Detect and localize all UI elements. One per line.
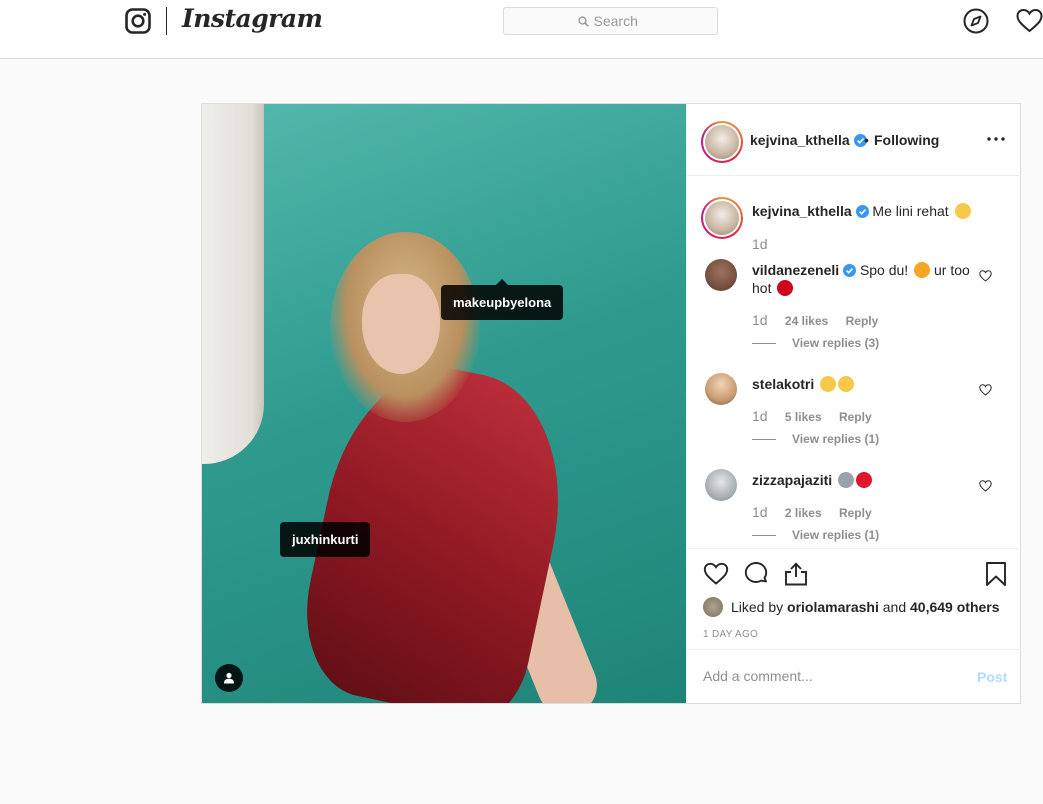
likes-summary: Liked by oriolamarashi and 40,649 others bbox=[703, 597, 1000, 617]
rolling-eyes-emoji-icon bbox=[954, 203, 971, 219]
tag-pointer bbox=[496, 279, 509, 285]
reply-button[interactable]: Reply bbox=[846, 314, 879, 328]
grinning-emoji-icon bbox=[820, 376, 837, 392]
person-icon bbox=[224, 672, 234, 684]
angry-face-emoji-icon bbox=[777, 280, 794, 296]
like-comment-heart-icon[interactable] bbox=[979, 384, 992, 396]
commenter-avatar[interactable] bbox=[705, 259, 737, 291]
grinning-emoji-icon bbox=[838, 376, 855, 392]
following-button[interactable]: Following bbox=[874, 132, 939, 148]
caption-meta: 1d bbox=[752, 236, 768, 252]
photo-face bbox=[362, 274, 440, 374]
logo-divider bbox=[166, 7, 167, 35]
post-actions: Liked by oriolamarashi and 40,649 others… bbox=[687, 548, 1021, 698]
comment-meta: 1d 2 likes Reply bbox=[752, 504, 872, 520]
post-comment-button[interactable]: Post bbox=[977, 669, 1007, 685]
verified-badge-icon bbox=[855, 205, 869, 218]
caption-username[interactable]: kejvina_kthella bbox=[752, 203, 852, 219]
activity-heart-icon[interactable] bbox=[1016, 8, 1043, 34]
caption-text: kejvina_kthella Me lini rehat bbox=[752, 202, 972, 220]
commenter-avatar[interactable] bbox=[705, 469, 737, 501]
liker-username[interactable]: oriolamarashi bbox=[787, 599, 879, 615]
search-icon bbox=[577, 15, 589, 27]
search-input[interactable] bbox=[593, 13, 644, 29]
like-comment-heart-icon[interactable] bbox=[979, 480, 992, 492]
top-navigation-bar: Instagram bbox=[0, 0, 1043, 59]
verified-badge-icon bbox=[843, 264, 857, 277]
tongue-out-emoji-icon bbox=[914, 262, 931, 278]
explore-compass-icon[interactable] bbox=[963, 8, 989, 34]
liker-avatar[interactable] bbox=[703, 597, 723, 617]
comment-likes[interactable]: 5 likes bbox=[785, 410, 822, 424]
post-timestamp[interactable]: 1 DAY AGO bbox=[703, 629, 758, 640]
red-heart-emoji-icon bbox=[856, 472, 873, 488]
save-bookmark-icon[interactable] bbox=[983, 561, 1009, 587]
post-side-panel: kejvina_kthella • Following kejvina_kthe… bbox=[686, 104, 1021, 703]
post-photo[interactable]: makeupbyelona juxhinkurti bbox=[202, 104, 686, 703]
reply-button[interactable]: Reply bbox=[839, 410, 872, 424]
add-comment-section: Post bbox=[687, 649, 1021, 704]
commenter-avatar[interactable] bbox=[705, 373, 737, 405]
post-card: makeupbyelona juxhinkurti kejvina_kthell… bbox=[201, 103, 1021, 704]
share-icon[interactable] bbox=[783, 561, 809, 587]
tag-username: makeupbyelona bbox=[453, 295, 552, 310]
comment-meta: 1d 5 likes Reply bbox=[752, 408, 872, 424]
photo-user-tag[interactable]: makeupbyelona bbox=[441, 279, 564, 320]
show-tags-button[interactable] bbox=[215, 664, 243, 692]
caption-avatar[interactable] bbox=[701, 197, 743, 239]
post-header: kejvina_kthella • Following bbox=[687, 104, 1021, 176]
view-replies-button[interactable]: View replies (1) bbox=[752, 528, 879, 542]
comment-text: zizzapajaziti bbox=[752, 471, 972, 489]
comment-text: stelakotri bbox=[752, 375, 972, 393]
comment-input[interactable] bbox=[703, 668, 953, 684]
photo-backdrop bbox=[202, 104, 264, 464]
like-heart-icon[interactable] bbox=[703, 561, 729, 587]
author-username[interactable]: kejvina_kthella bbox=[750, 132, 867, 148]
comment-username[interactable]: vildanezeneli bbox=[752, 262, 839, 278]
author-avatar[interactable] bbox=[701, 121, 743, 163]
comments-list[interactable]: kejvina_kthella Me lini rehat 1d vildane… bbox=[687, 177, 1021, 547]
like-comment-heart-icon[interactable] bbox=[979, 270, 992, 282]
reply-button[interactable]: Reply bbox=[839, 506, 872, 520]
header-separator: • bbox=[864, 132, 869, 148]
more-options-icon[interactable] bbox=[987, 137, 1005, 141]
instagram-wordmark[interactable]: Instagram bbox=[182, 4, 323, 33]
comment-text: vildanezeneli Spo du! ur too hot bbox=[752, 262, 970, 296]
view-replies-button[interactable]: View replies (3) bbox=[752, 336, 879, 350]
comment-likes[interactable]: 2 likes bbox=[785, 506, 822, 520]
instagram-camera-icon[interactable] bbox=[125, 8, 151, 34]
likes-count[interactable]: 40,649 others bbox=[910, 599, 1000, 615]
search-box[interactable] bbox=[503, 7, 718, 35]
magnifying-glass-emoji-icon bbox=[838, 472, 855, 488]
comment-username[interactable]: stelakotri bbox=[752, 376, 814, 392]
comment-username[interactable]: zizzapajaziti bbox=[752, 472, 832, 488]
comment-meta: 1d 24 likes Reply bbox=[752, 312, 879, 328]
view-replies-button[interactable]: View replies (1) bbox=[752, 432, 879, 446]
comment-likes[interactable]: 24 likes bbox=[785, 314, 828, 328]
photo-user-tag[interactable]: juxhinkurti bbox=[280, 522, 371, 557]
comment-bubble-icon[interactable] bbox=[743, 561, 769, 587]
tag-username: juxhinkurti bbox=[292, 532, 359, 547]
